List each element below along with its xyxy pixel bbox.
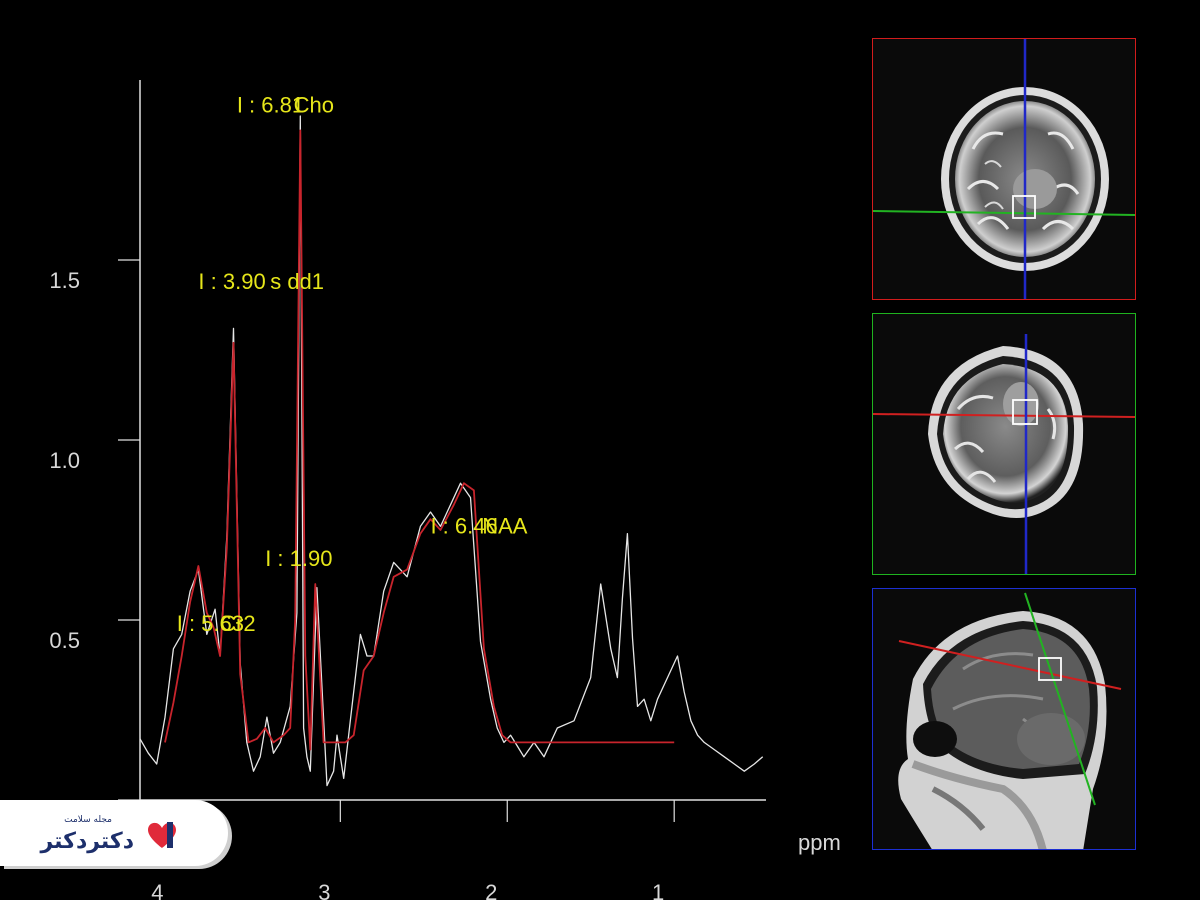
watermark-brand: دکتردکتر bbox=[40, 829, 135, 854]
y-tick-label-1: 0.5 bbox=[49, 628, 80, 653]
x-tick-label-0: 4 bbox=[151, 880, 163, 900]
peak-annotation-2: I : 3.90 bbox=[198, 269, 265, 294]
heart-icon bbox=[148, 822, 176, 848]
peak-annotation-8: Cr2 bbox=[220, 611, 255, 636]
y-tick-label-2: 1.0 bbox=[49, 448, 80, 473]
series-fit-line bbox=[164, 129, 675, 751]
brand-logo: مجله سلامت دکتردکتر bbox=[36, 808, 186, 858]
axial-brain-image bbox=[873, 39, 1135, 299]
spectrum-chart: 0.00.51.01.54321ppmI : 6.81ChoI : 3.90s … bbox=[49, 80, 841, 900]
x-tick-label-3: 1 bbox=[652, 880, 664, 900]
mri-sagittal-view[interactable] bbox=[872, 588, 1136, 850]
coronal-brain-image bbox=[873, 334, 1135, 574]
peak-annotation-1: Cho bbox=[294, 92, 334, 117]
watermark-subtitle: مجله سلامت bbox=[64, 815, 112, 825]
peak-annotation-4: I : 1.90 bbox=[265, 546, 332, 571]
x-tick-label-1: 3 bbox=[318, 880, 330, 900]
mri-axial-view[interactable] bbox=[872, 38, 1136, 300]
peak-annotation-3: s dd1 bbox=[270, 269, 324, 294]
x-axis-label: ppm bbox=[798, 830, 841, 855]
peak-annotation-6: NAA bbox=[482, 514, 528, 539]
y-tick-label-3: 1.5 bbox=[49, 268, 80, 293]
watermark-badge: مجله سلامت دکتردکتر bbox=[0, 800, 228, 866]
mri-coronal-view[interactable] bbox=[872, 313, 1136, 575]
x-tick-label-2: 2 bbox=[485, 880, 497, 900]
series-measured-line bbox=[139, 115, 764, 787]
sagittal-brain-image bbox=[898, 592, 1122, 849]
